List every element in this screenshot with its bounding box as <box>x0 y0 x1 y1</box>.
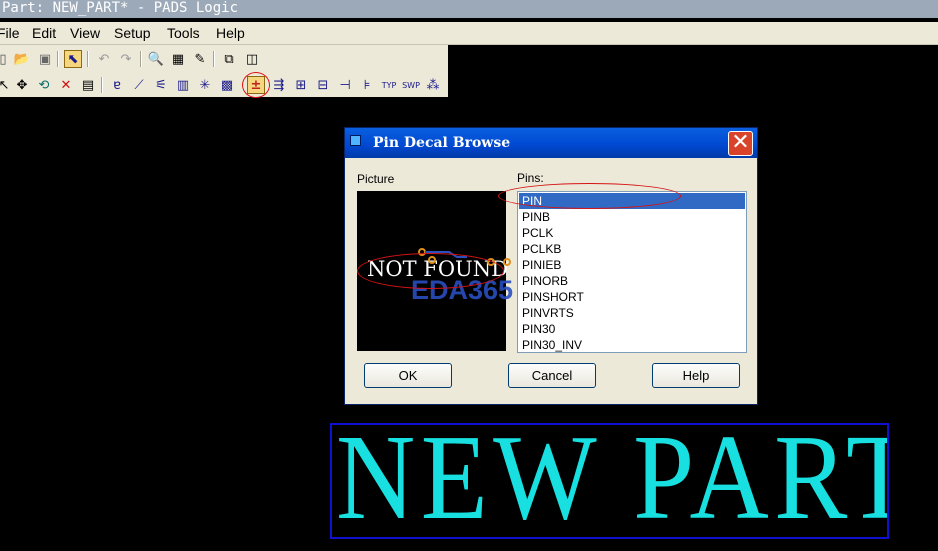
dialog-app-icon <box>350 135 361 146</box>
pin-decal-icon[interactable]: ⇶ <box>270 76 288 94</box>
list-item[interactable]: PINIEB <box>519 257 745 273</box>
part-name-label: NEW PART <box>336 423 889 539</box>
window-titlebar: Part: NEW_PART* - PADS Logic <box>0 0 938 18</box>
list-item[interactable]: PINVRTS <box>519 305 745 321</box>
pin-array-icon[interactable]: ⊞ <box>292 76 310 94</box>
symbol-editor-toolbar: ↖ ✥ ⟲ ✕ ▤ ɐ ⟋ ⚟ ▥ ✳ ▩ ± ⇶ ⊞ ⊟ ⊣ ⊧ TYP SW… <box>0 73 448 97</box>
add-pin-icon[interactable]: ± <box>247 76 265 94</box>
list-item[interactable]: PINORB <box>519 273 745 289</box>
window-title: Part: NEW_PART* - PADS Logic <box>2 0 239 16</box>
select-icon[interactable]: ⬉ <box>64 50 82 68</box>
save-icon[interactable]: ▣ <box>36 50 54 68</box>
properties-icon[interactable]: ▤ <box>79 76 97 94</box>
text-icon[interactable]: ɐ <box>108 76 126 94</box>
menu-edit[interactable]: Edit <box>32 25 56 41</box>
open-icon[interactable]: 📂 <box>13 50 31 68</box>
select-arrow-icon[interactable]: ↖ <box>0 76 13 94</box>
new-icon[interactable]: ▯ <box>0 50 12 68</box>
part-outline[interactable]: NEW PART <box>330 423 889 539</box>
menubar: File Edit View Setup Tools Help <box>0 22 938 45</box>
pin-pair-icon[interactable]: ⊣ <box>336 76 354 94</box>
menu-file[interactable]: File <box>0 25 20 41</box>
pins-label: Pins: <box>517 171 544 185</box>
ok-button[interactable]: OK <box>364 363 452 388</box>
pin-type-icon[interactable]: ▥ <box>174 76 192 94</box>
pin-number-icon[interactable]: ⊧ <box>358 76 376 94</box>
decal-preview: NOT FOUND EDA365 <box>357 191 513 351</box>
library-icon[interactable]: ▦ <box>169 50 187 68</box>
rotate-icon[interactable]: ⟲ <box>35 76 53 94</box>
move-icon[interactable]: ✥ <box>13 76 31 94</box>
zoom-icon[interactable]: 🔍 <box>147 50 165 68</box>
menu-setup[interactable]: Setup <box>114 25 151 41</box>
help-button[interactable]: Help <box>652 363 740 388</box>
list-item[interactable]: PCLK <box>519 225 745 241</box>
type-icon[interactable]: TYP <box>380 76 398 94</box>
pin-decal-browse-dialog: Pin Decal Browse ✕ Picture NOT FOUND EDA… <box>344 127 758 405</box>
cancel-button[interactable]: Cancel <box>508 363 596 388</box>
pin-matrix-icon[interactable]: ⁂ <box>424 76 442 94</box>
list-item[interactable]: PINB <box>519 209 745 225</box>
picture-label: Picture <box>357 172 395 186</box>
menu-help[interactable]: Help <box>216 25 245 41</box>
color-icon[interactable]: ▩ <box>218 76 236 94</box>
standard-toolbar: ▯ 📂 ▣ ⬉ ↶ ↷ 🔍 ▦ ✎ ⧉ ◫ <box>0 47 270 71</box>
line-icon[interactable]: ⟋ <box>130 76 148 94</box>
toolbar-separator <box>213 51 215 67</box>
watermark-circuit-graphic <box>418 248 511 266</box>
swap-icon[interactable]: SWP <box>402 76 420 94</box>
redo-icon[interactable]: ↷ <box>117 50 135 68</box>
dialog-titlebar[interactable]: Pin Decal Browse ✕ <box>345 128 757 158</box>
menu-tools[interactable]: Tools <box>167 25 200 41</box>
import-icon[interactable]: ⧉ <box>220 50 238 68</box>
toolbar-separator <box>140 51 142 67</box>
undo-icon[interactable]: ↶ <box>95 50 113 68</box>
pin-group-icon[interactable]: ⊟ <box>314 76 332 94</box>
toolbar-separator <box>57 51 59 67</box>
toolbar-area: ▯ 📂 ▣ ⬉ ↶ ↷ 🔍 ▦ ✎ ⧉ ◫ ↖ ✥ ⟲ ✕ ▤ ɐ ⟋ ⚟ ▥ … <box>0 45 448 97</box>
close-icon[interactable]: ✕ <box>728 131 753 156</box>
terminal-icon[interactable]: ⚟ <box>152 76 170 94</box>
eraser-icon[interactable]: ✎ <box>191 50 209 68</box>
toolbar-separator <box>87 51 89 67</box>
list-item[interactable]: PCLKB <box>519 241 745 257</box>
list-item[interactable]: PINSHORT <box>519 289 745 305</box>
delete-icon[interactable]: ✕ <box>57 76 75 94</box>
list-item[interactable]: PIN30_INV <box>519 337 745 352</box>
list-item[interactable]: PIN30 <box>519 321 745 337</box>
pins-listbox[interactable]: PIN PINB PCLK PCLKB PINIEB PINORB PINSHO… <box>517 191 747 353</box>
list-item[interactable]: PIN <box>519 193 745 209</box>
window-icon[interactable]: ◫ <box>243 50 261 68</box>
sparkle-icon[interactable]: ✳ <box>196 76 214 94</box>
dialog-title: Pin Decal Browse <box>373 135 511 151</box>
toolbar-separator <box>101 77 103 93</box>
menu-view[interactable]: View <box>70 25 100 41</box>
